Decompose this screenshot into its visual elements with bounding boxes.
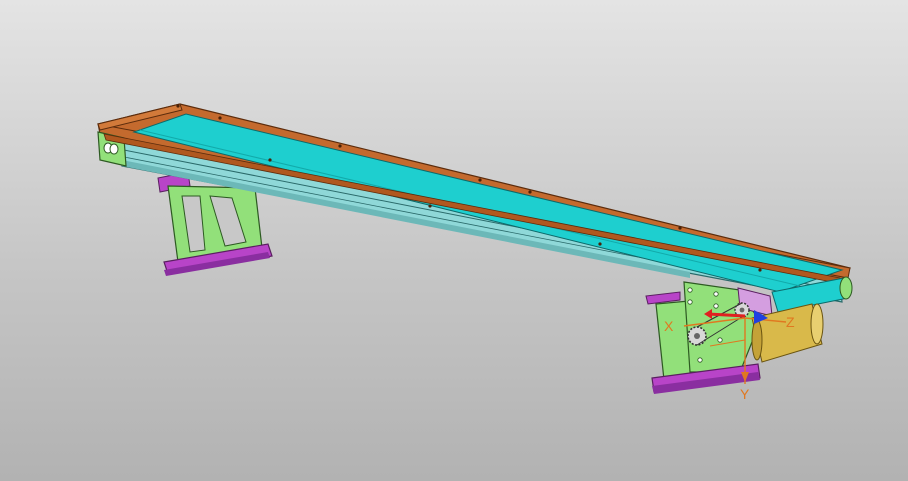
axis-z-label: Z bbox=[786, 314, 795, 330]
cad-viewport[interactable]: X Z Y bbox=[0, 0, 908, 481]
axis-x-label: X bbox=[664, 318, 674, 334]
axis-y-label: Y bbox=[740, 386, 750, 402]
conveyor-3d-model[interactable]: X Z Y bbox=[0, 0, 908, 481]
